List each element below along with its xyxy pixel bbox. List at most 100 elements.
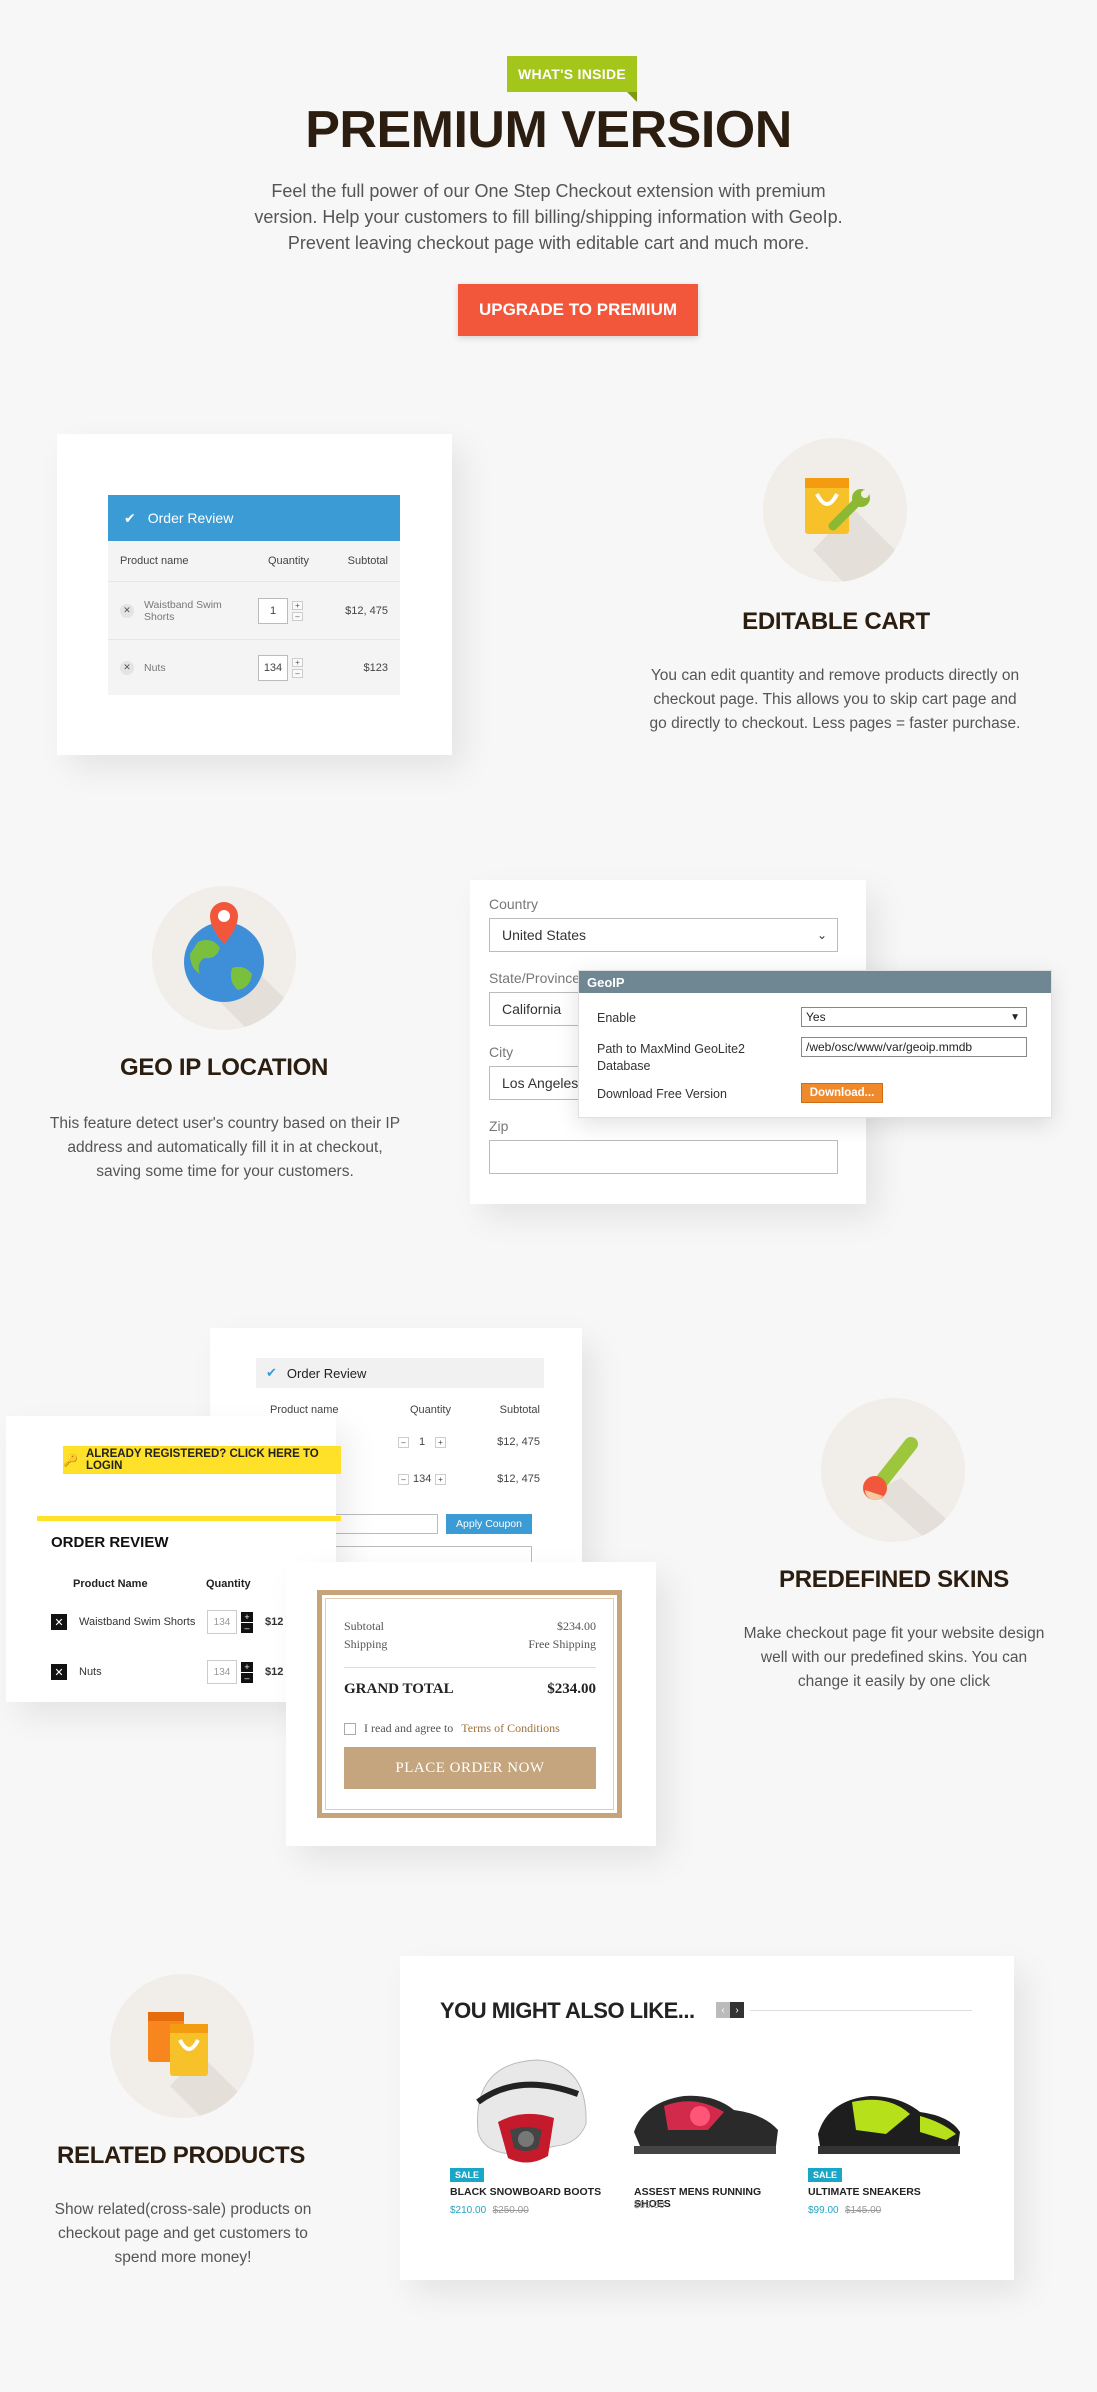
gold-divider [344, 1667, 596, 1668]
skin-blue-header: ✔ Order Review [256, 1358, 544, 1388]
subtotal-label: Subtotal [344, 1619, 385, 1633]
skin-blue-heading: Order Review [286, 1365, 367, 1381]
product-name: Waistband Swim Shorts [144, 598, 222, 623]
remove-item-icon[interactable]: ✕ [51, 1664, 67, 1680]
login-text: ALREADY REGISTERED? CLICK HERE TO LOGIN [85, 1448, 319, 1472]
product-old-price: $250.00 [492, 2205, 529, 2216]
geo-ip-desc: This feature detect user's country based… [49, 1115, 401, 1180]
qty-up-icon[interactable]: + [292, 657, 303, 667]
predefined-skins-desc: Make checkout page fit your website desi… [743, 1625, 1045, 1690]
col-quantity: Quantity [206, 1578, 251, 1590]
city-value: Los Angeles [502, 1075, 579, 1091]
table-row: ✕ Waistband Swim Shorts 1 + – $12, 475 [108, 581, 400, 639]
qty-up-icon[interactable]: + [241, 1611, 253, 1622]
order-review-header: ✔ Order Review [108, 495, 400, 541]
agree-text: I read and agree to [364, 1721, 454, 1735]
page-title: PREMIUM VERSION [305, 101, 792, 159]
related-widget-card: YOU MIGHT ALSO LIKE... ‹ › SALE BLACK SN… [400, 1956, 1014, 2280]
chevron-down-icon: ⌄ [816, 928, 827, 942]
remove-item-icon[interactable]: ✕ [51, 1614, 67, 1630]
shipping-value: Free Shipping [528, 1637, 596, 1651]
qty-down-icon[interactable]: – [292, 668, 303, 678]
related-widget-title: YOU MIGHT ALSO LIKE... [440, 1998, 695, 2023]
country-label: Country [489, 896, 539, 912]
upgrade-button[interactable]: UPGRADE TO PREMIUM [458, 284, 698, 336]
product-card[interactable]: ASSEST MENS RUNNING SHOES $99.00 [624, 2042, 794, 2242]
qty-up-icon[interactable]: + [292, 600, 303, 610]
qty-down-icon[interactable]: – [241, 1672, 253, 1683]
enable-select[interactable]: Yes ▼ [801, 1007, 1027, 1027]
sale-badge: SALE [450, 2168, 485, 2182]
product-name[interactable]: ULTIMATE SNEAKERS [808, 2186, 921, 2198]
qty-value[interactable]: 1 [413, 1436, 431, 1448]
quantity-input[interactable]: 134 [258, 654, 288, 681]
quantity-input[interactable]: 134 [207, 1660, 237, 1684]
quantity-input[interactable]: 1 [258, 597, 288, 624]
download-button[interactable]: Download... [801, 1083, 883, 1103]
editable-cart-card: ✔ Order Review Product name Quantity Sub… [57, 434, 452, 755]
qty-down-icon[interactable]: – [398, 1473, 409, 1485]
path-input[interactable]: /web/osc/www/var/geoip.mmdb [801, 1037, 1027, 1057]
editable-cart-title: EDITABLE CART [742, 608, 930, 635]
remove-item-icon[interactable]: ✕ [120, 603, 134, 618]
prev-arrow-icon[interactable]: ‹ [716, 2002, 730, 2018]
next-arrow-icon[interactable]: › [730, 2002, 744, 2018]
qty-value[interactable]: 134 [413, 1473, 431, 1485]
qty-down-icon[interactable]: – [292, 611, 303, 621]
shopping-bag-wrench-icon [763, 438, 907, 582]
qty-up-icon[interactable]: + [435, 1473, 446, 1485]
shopping-bags-icon [110, 1974, 254, 2118]
qty-up-icon[interactable]: + [435, 1436, 446, 1448]
predefined-skins-title: PREDEFINED SKINS [779, 1566, 1009, 1593]
product-old-price: $145.00 [845, 2205, 882, 2216]
apply-coupon-button[interactable]: Apply Coupon [446, 1514, 532, 1534]
col-subtotal: Subtotal [347, 555, 388, 567]
coupon-input[interactable] [330, 1514, 438, 1534]
row-subtotal: $12 [265, 1616, 284, 1628]
login-banner[interactable]: 🔑 ALREADY REGISTERED? CLICK HERE TO LOGI… [63, 1446, 341, 1474]
country-select[interactable]: United States ⌄ [489, 918, 838, 952]
qty-down-icon[interactable]: – [398, 1436, 409, 1448]
place-order-button[interactable]: PLACE ORDER NOW [344, 1747, 596, 1789]
check-icon: ✔ [124, 509, 136, 526]
geo-ip-title: GEO IP LOCATION [120, 1054, 328, 1081]
remove-item-icon[interactable]: ✕ [120, 660, 134, 675]
dropdown-arrow-icon: ▼ [1010, 1011, 1020, 1023]
country-value: United States [502, 927, 587, 943]
row-subtotal: $12, 475 [345, 604, 388, 617]
check-icon: ✔ [266, 1365, 277, 1380]
yellow-divider [37, 1516, 341, 1521]
product-card[interactable]: SALE ULTIMATE SNEAKERS $99.00 $145.00 [808, 2042, 978, 2242]
product-price: $99.00 [634, 2200, 665, 2211]
sneaker-image [818, 2096, 960, 2154]
state-label: State/Province [489, 970, 581, 986]
col-product-name: Product Name [73, 1578, 148, 1590]
product-name: Nuts [79, 1666, 102, 1678]
product-name[interactable]: BLACK SNOWBOARD BOOTS [450, 2186, 601, 2198]
agree-checkbox[interactable] [344, 1722, 356, 1735]
gold-frame: Subtotal $234.00 Shipping Free Shipping … [317, 1590, 622, 1818]
editable-cart-desc: You can edit quantity and remove product… [649, 667, 1021, 732]
zip-label: Zip [489, 1118, 509, 1134]
qty-down-icon[interactable]: – [241, 1622, 253, 1633]
path-label: Path to MaxMind GeoLite2 Database [597, 1042, 745, 1073]
product-name: Waistband Swim Shorts [79, 1616, 196, 1628]
col-quantity: Quantity [410, 1404, 451, 1416]
row-subtotal: $123 [363, 661, 388, 674]
qty-up-icon[interactable]: + [241, 1661, 253, 1672]
related-products-title: RELATED PRODUCTS [56, 2142, 306, 2169]
terms-link[interactable]: Terms of Conditions [461, 1721, 560, 1736]
shipping-label: Shipping [344, 1637, 388, 1651]
col-product-name: Product name [120, 555, 189, 567]
product-name: Nuts [144, 661, 166, 674]
table-row: ✕ Nuts 134 + – $123 [108, 639, 400, 695]
enable-label: Enable [597, 1011, 636, 1025]
product-card[interactable]: SALE BLACK SNOWBOARD BOOTS $210.00 $250.… [440, 2042, 610, 2242]
sale-badge: SALE [808, 2168, 843, 2182]
intro-text: Feel the full power of our One Step Chec… [254, 181, 843, 253]
quantity-input[interactable]: 134 [207, 1610, 237, 1634]
product-price: $210.00 [450, 2205, 487, 2216]
zip-input[interactable] [489, 1140, 838, 1174]
download-label: Download Free Version [597, 1087, 727, 1101]
row-subtotal: $12, 475 [497, 1473, 540, 1485]
